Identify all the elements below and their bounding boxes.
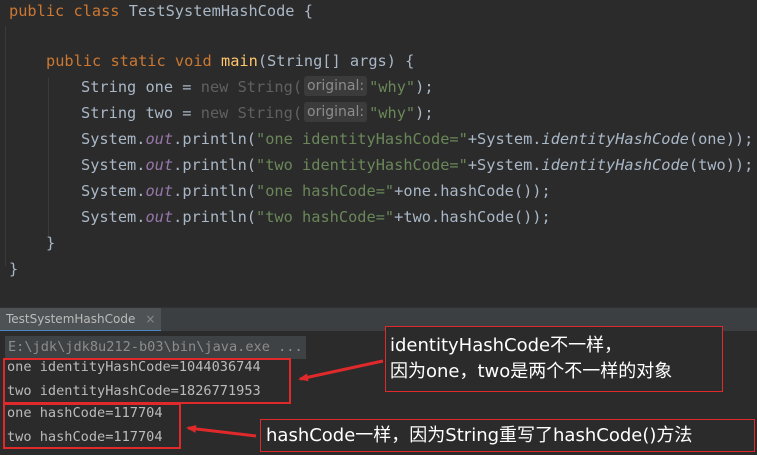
arrow-icon [186,359,384,438]
